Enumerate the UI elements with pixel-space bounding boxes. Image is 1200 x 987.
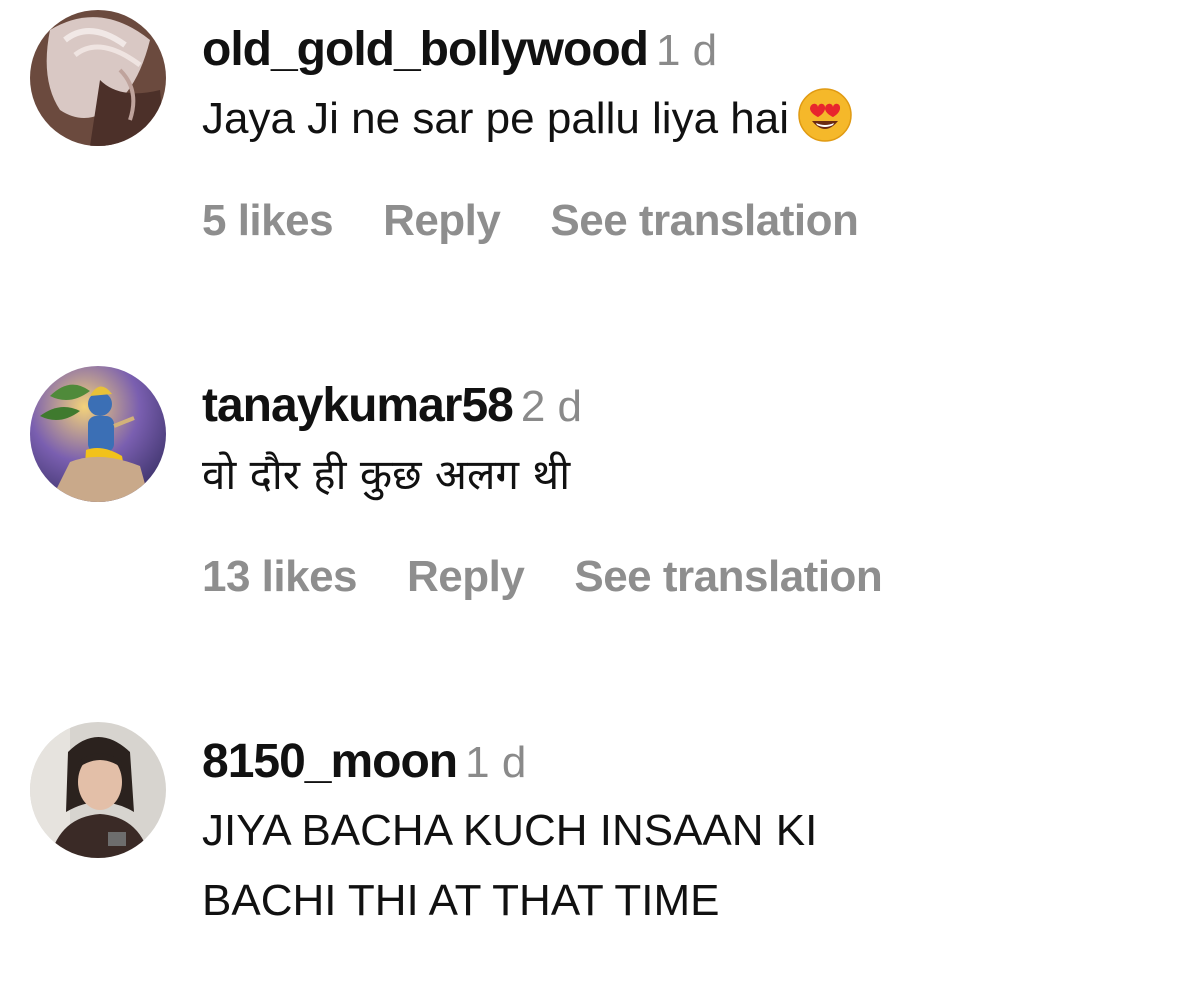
comment-body: old_gold_bollywood 1 d Jaya Ji ne sar pe … — [202, 22, 1180, 246]
timestamp[interactable]: 1 d — [656, 26, 717, 75]
see-translation-button[interactable]: See translation — [550, 196, 858, 245]
comment-text: JIYA BACHA KUCH INSAAN KI BACHI THI AT T… — [202, 796, 1180, 936]
avatar[interactable] — [30, 722, 166, 858]
comment-text-content: Jaya Ji ne sar pe pallu liya hai — [202, 94, 789, 143]
comment-text-line: BACHI THI AT THAT TIME — [202, 876, 720, 925]
username[interactable]: old_gold_bollywood — [202, 23, 649, 76]
comment-body: 8150_moon 1 d JIYA BACHA KUCH INSAAN KI B… — [202, 734, 1180, 936]
timestamp[interactable]: 1 d — [465, 738, 526, 787]
likes-count[interactable]: 5 likes — [202, 196, 334, 245]
comment-body: tanaykumar58 2 d वो दौर ही कुछ अलग थी 13 … — [202, 378, 1180, 602]
comment-header: 8150_moon 1 d — [202, 734, 1180, 790]
reply-button[interactable]: Reply — [383, 196, 501, 245]
reply-button[interactable]: Reply — [407, 552, 525, 601]
comment-header: old_gold_bollywood 1 d — [202, 22, 1180, 78]
username[interactable]: 8150_moon — [202, 735, 458, 788]
comment-actions: 5 likes Reply See translation — [202, 196, 1180, 246]
comment-text-line: JIYA BACHA KUCH INSAAN KI — [202, 806, 818, 855]
avatar[interactable] — [30, 10, 166, 146]
see-translation-button[interactable]: See translation — [574, 552, 882, 601]
username[interactable]: tanaykumar58 — [202, 379, 514, 432]
avatar[interactable] — [30, 366, 166, 502]
comment-text: Jaya Ji ne sar pe pallu liya hai — [202, 84, 1180, 154]
comment-text: वो दौर ही कुछ अलग थी — [202, 440, 1180, 510]
avatar-image — [30, 722, 166, 858]
avatar-image — [30, 366, 166, 502]
comment-actions: 13 likes Reply See translation — [202, 552, 1180, 602]
comment-header: tanaykumar58 2 d — [202, 378, 1180, 434]
comment-text-content: वो दौर ही कुछ अलग थी — [202, 450, 571, 499]
avatar-image — [30, 10, 166, 146]
heart-eyes-emoji-icon — [798, 88, 852, 143]
likes-count[interactable]: 13 likes — [202, 552, 358, 601]
timestamp[interactable]: 2 d — [521, 382, 582, 431]
